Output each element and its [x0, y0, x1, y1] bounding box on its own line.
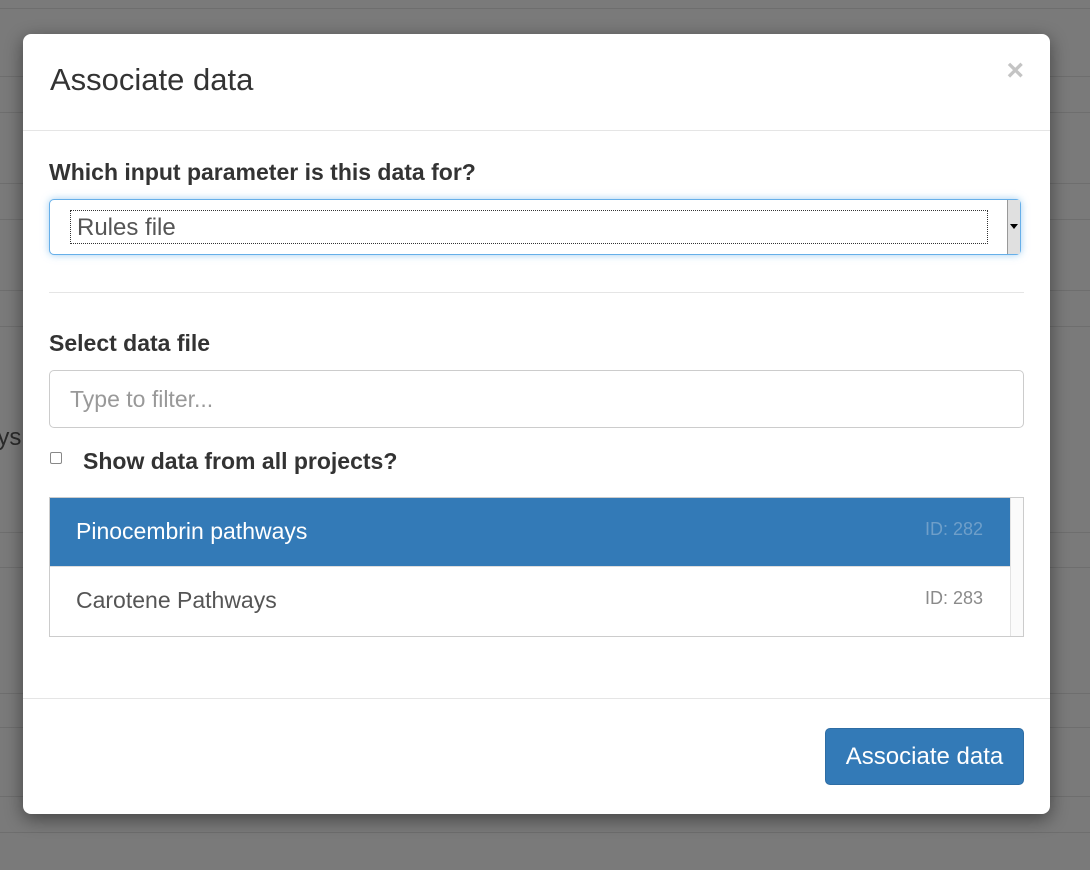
associate-data-modal: Associate data × Which input parameter i… — [23, 34, 1050, 814]
modal-title: Associate data — [50, 62, 254, 97]
background-partial-text: lys — [0, 424, 22, 451]
show-all-projects-label: Show data from all projects? — [83, 448, 398, 474]
parameter-select-value: Rules file — [77, 214, 176, 241]
data-file-id: ID: 283 — [924, 588, 983, 608]
parameter-label: Which input parameter is this data for? — [49, 159, 476, 185]
modal-footer-divider — [23, 698, 1050, 699]
show-all-projects-checkbox[interactable] — [50, 452, 62, 464]
parameter-select[interactable]: Rules file — [49, 199, 1021, 255]
data-file-list: Pinocembrin pathways ID: 282 Carotene Pa… — [49, 497, 1024, 637]
background-row-divider — [0, 8, 1090, 9]
data-file-id: ID: 282 — [924, 519, 983, 539]
modal-header: Associate data × — [23, 34, 1050, 131]
filter-input[interactable] — [49, 370, 1024, 428]
close-icon[interactable]: × — [1006, 56, 1024, 86]
data-file-label: Select data file — [49, 330, 211, 356]
associate-data-button[interactable]: Associate data — [825, 728, 1024, 785]
background-row-divider — [0, 832, 1090, 833]
section-divider — [49, 292, 1024, 293]
list-scrollbar[interactable] — [1010, 498, 1023, 636]
caret-down-icon — [1010, 224, 1018, 229]
select-dropdown-button[interactable] — [1007, 200, 1020, 254]
data-file-name: Pinocembrin pathways — [76, 518, 308, 544]
list-item[interactable]: Pinocembrin pathways ID: 282 — [50, 498, 1010, 566]
data-file-name: Carotene Pathways — [76, 587, 277, 613]
select-focus-ring: Rules file — [70, 210, 988, 244]
list-item[interactable]: Carotene Pathways ID: 283 — [50, 566, 1010, 634]
